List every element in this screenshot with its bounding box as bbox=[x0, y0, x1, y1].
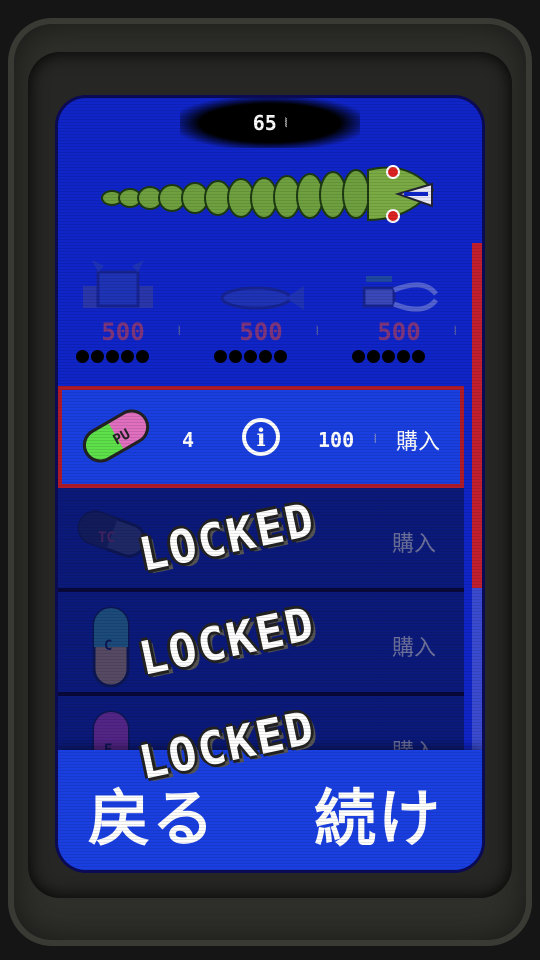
level-dot bbox=[76, 350, 89, 363]
level-dot bbox=[244, 350, 257, 363]
info-label: i bbox=[256, 422, 266, 452]
upgrade-slot-2[interactable]: 500 ⦚ bbox=[196, 248, 326, 378]
upgrade-level-dots bbox=[214, 350, 287, 363]
upgrade-slot-1[interactable]: 500 ⦚ bbox=[58, 248, 188, 378]
level-dot bbox=[214, 350, 227, 363]
pill-label: TC bbox=[98, 530, 115, 546]
buy-button: 購入 bbox=[392, 532, 437, 557]
item-quantity: 4 bbox=[182, 428, 195, 452]
item-list-scrollbar[interactable] bbox=[472, 243, 482, 753]
level-dot bbox=[106, 350, 119, 363]
level-dot bbox=[397, 350, 410, 363]
level-dot bbox=[412, 350, 425, 363]
coin-stack-icon: ⦚ bbox=[316, 324, 319, 338]
upgrade-level-dots bbox=[352, 350, 425, 363]
upgrade-level-dots bbox=[76, 350, 149, 363]
level-dot bbox=[136, 350, 149, 363]
coin-stack-icon: ⦚ bbox=[374, 432, 377, 446]
level-dot bbox=[121, 350, 134, 363]
coin-stack-icon: ⦚ bbox=[284, 115, 288, 130]
item-row-locked-1: TC LOCKED 購入 bbox=[58, 488, 464, 592]
upgrade-row: 500 ⦚ 500 ⦚ 500 ⦚ bbox=[58, 248, 482, 378]
pill-capsule-icon: PU bbox=[82, 409, 150, 463]
snake-preview bbox=[101, 165, 435, 223]
level-dot bbox=[274, 350, 287, 363]
shop-screen: 65 ⦚ 500 ⦚ 500 ⦚ 500 ⦚ PU 4 i 100 ⦚ 購入 T… bbox=[58, 98, 482, 870]
item-list: PU 4 i 100 ⦚ 購入 TC LOCKED 購入 C LOCKED 購入… bbox=[58, 386, 464, 800]
coin-stack-icon: ⦚ bbox=[178, 324, 181, 338]
bottom-bar: 戻る 続け bbox=[58, 750, 482, 870]
coin-count: 65 bbox=[252, 111, 277, 135]
coin-stack-icon: ⦚ bbox=[454, 324, 457, 338]
scrollbar-thumb[interactable] bbox=[472, 243, 482, 588]
item-row-powerup[interactable]: PU 4 i 100 ⦚ 購入 bbox=[58, 386, 464, 488]
buy-button: 購入 bbox=[392, 636, 437, 661]
pill-label: C bbox=[104, 638, 112, 654]
level-dot bbox=[229, 350, 242, 363]
level-dot bbox=[352, 350, 365, 363]
level-dot bbox=[367, 350, 380, 363]
info-icon[interactable]: i bbox=[242, 418, 280, 456]
continue-button[interactable]: 続け bbox=[314, 768, 442, 858]
level-dot bbox=[259, 350, 272, 363]
upgrade-price: 500 bbox=[377, 318, 421, 346]
upgrade-price: 500 bbox=[101, 318, 145, 346]
upgrade-price: 500 bbox=[239, 318, 283, 346]
locked-overlay: LOCKED bbox=[134, 492, 320, 582]
level-dot bbox=[91, 350, 104, 363]
item-row-locked-2: C LOCKED 購入 bbox=[58, 592, 464, 696]
buy-button[interactable]: 購入 bbox=[396, 424, 440, 456]
upgrade-slot-3[interactable]: 500 ⦚ bbox=[334, 248, 464, 378]
locked-overlay: LOCKED bbox=[134, 596, 320, 686]
level-dot bbox=[382, 350, 395, 363]
coin-counter: 65 ⦚ bbox=[180, 98, 360, 148]
item-price: 100 bbox=[318, 428, 355, 452]
